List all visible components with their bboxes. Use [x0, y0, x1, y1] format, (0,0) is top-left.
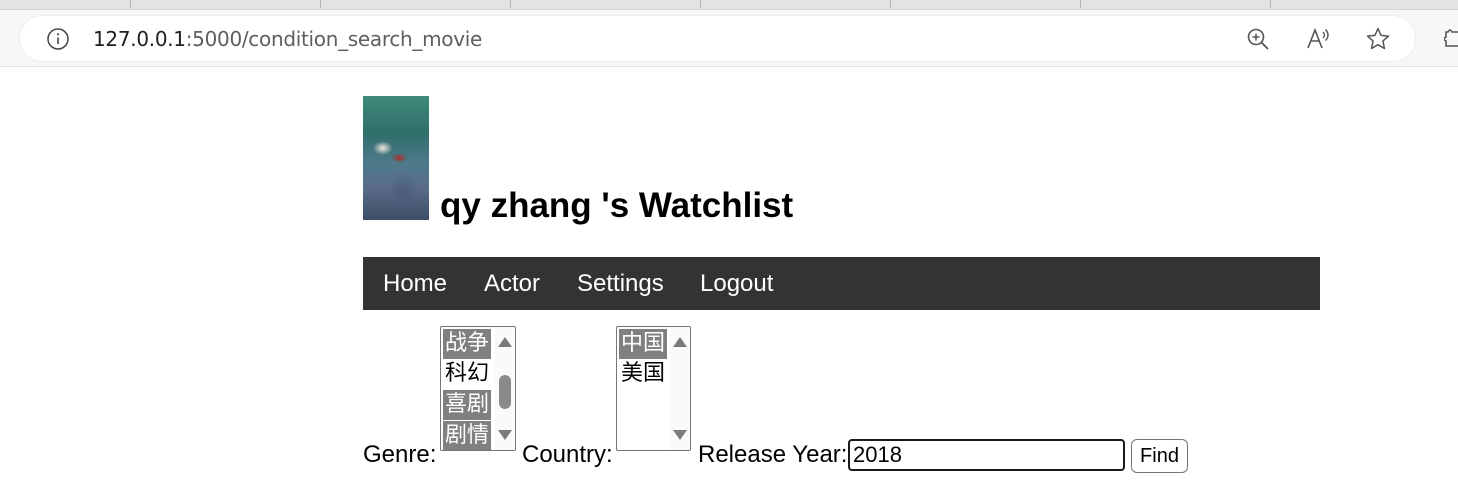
- main-nav: Home Actor Settings Logout: [363, 257, 1320, 310]
- nav-logout[interactable]: Logout: [700, 257, 773, 310]
- page-header: qy zhang 's Watchlist: [363, 96, 1320, 225]
- country-option[interactable]: 中国: [619, 329, 668, 359]
- genre-option[interactable]: 战争: [443, 329, 492, 359]
- tab-separator: [700, 0, 701, 8]
- avatar: [363, 96, 429, 220]
- read-aloud-icon[interactable]: [1305, 26, 1331, 52]
- search-form: Genre: 战争 科幻 喜剧 剧情 Country: 中国 美国 Releas…: [363, 326, 1320, 473]
- country-select[interactable]: 中国 美国: [616, 326, 691, 451]
- tab-separator: [1080, 0, 1081, 8]
- country-option[interactable]: 美国: [619, 359, 667, 389]
- scroll-up-arrow-icon[interactable]: [498, 337, 512, 347]
- scroll-down-arrow-icon[interactable]: [498, 430, 512, 440]
- find-button[interactable]: Find: [1131, 439, 1188, 473]
- nav-home[interactable]: Home: [383, 257, 447, 310]
- info-icon[interactable]: [46, 27, 70, 51]
- page-title: qy zhang 's Watchlist: [440, 186, 794, 225]
- tab-separator: [130, 0, 131, 8]
- zoom-in-icon[interactable]: [1245, 26, 1271, 52]
- nav-settings[interactable]: Settings: [577, 257, 664, 310]
- genre-option[interactable]: 科幻: [443, 359, 491, 389]
- browser-toolbar: 127.0.0.1:5000/condition_search_movie: [0, 10, 1458, 67]
- scroll-down-arrow-icon[interactable]: [673, 430, 687, 440]
- page-container: qy zhang 's Watchlist Home Actor Setting…: [363, 96, 1320, 473]
- country-label: Country:: [522, 441, 613, 468]
- scroll-up-arrow-icon[interactable]: [673, 337, 687, 347]
- address-bar[interactable]: 127.0.0.1:5000/condition_search_movie: [20, 16, 1415, 61]
- favorite-star-icon[interactable]: [1365, 26, 1391, 52]
- genre-option[interactable]: 剧情: [443, 421, 492, 450]
- url-text[interactable]: 127.0.0.1:5000/condition_search_movie: [93, 27, 482, 51]
- country-scrollbar[interactable]: [670, 327, 690, 450]
- tab-separator: [890, 0, 891, 8]
- url-host: 127.0.0.1: [93, 27, 186, 51]
- tab-separator: [1270, 0, 1271, 8]
- tab-strip: [0, 0, 1458, 10]
- genre-select[interactable]: 战争 科幻 喜剧 剧情: [440, 326, 516, 451]
- nav-actor[interactable]: Actor: [484, 257, 540, 310]
- genre-label: Genre:: [363, 441, 437, 468]
- tab-separator: [320, 0, 321, 8]
- url-path: :5000/condition_search_movie: [185, 27, 483, 51]
- scroll-thumb[interactable]: [499, 375, 511, 409]
- release-year-input[interactable]: [848, 439, 1125, 471]
- genre-scrollbar[interactable]: [495, 327, 515, 450]
- tab-separator: [510, 0, 511, 8]
- release-year-label: Release Year:: [698, 441, 848, 468]
- genre-option[interactable]: 喜剧: [443, 390, 492, 420]
- extensions-icon[interactable]: [1443, 26, 1458, 52]
